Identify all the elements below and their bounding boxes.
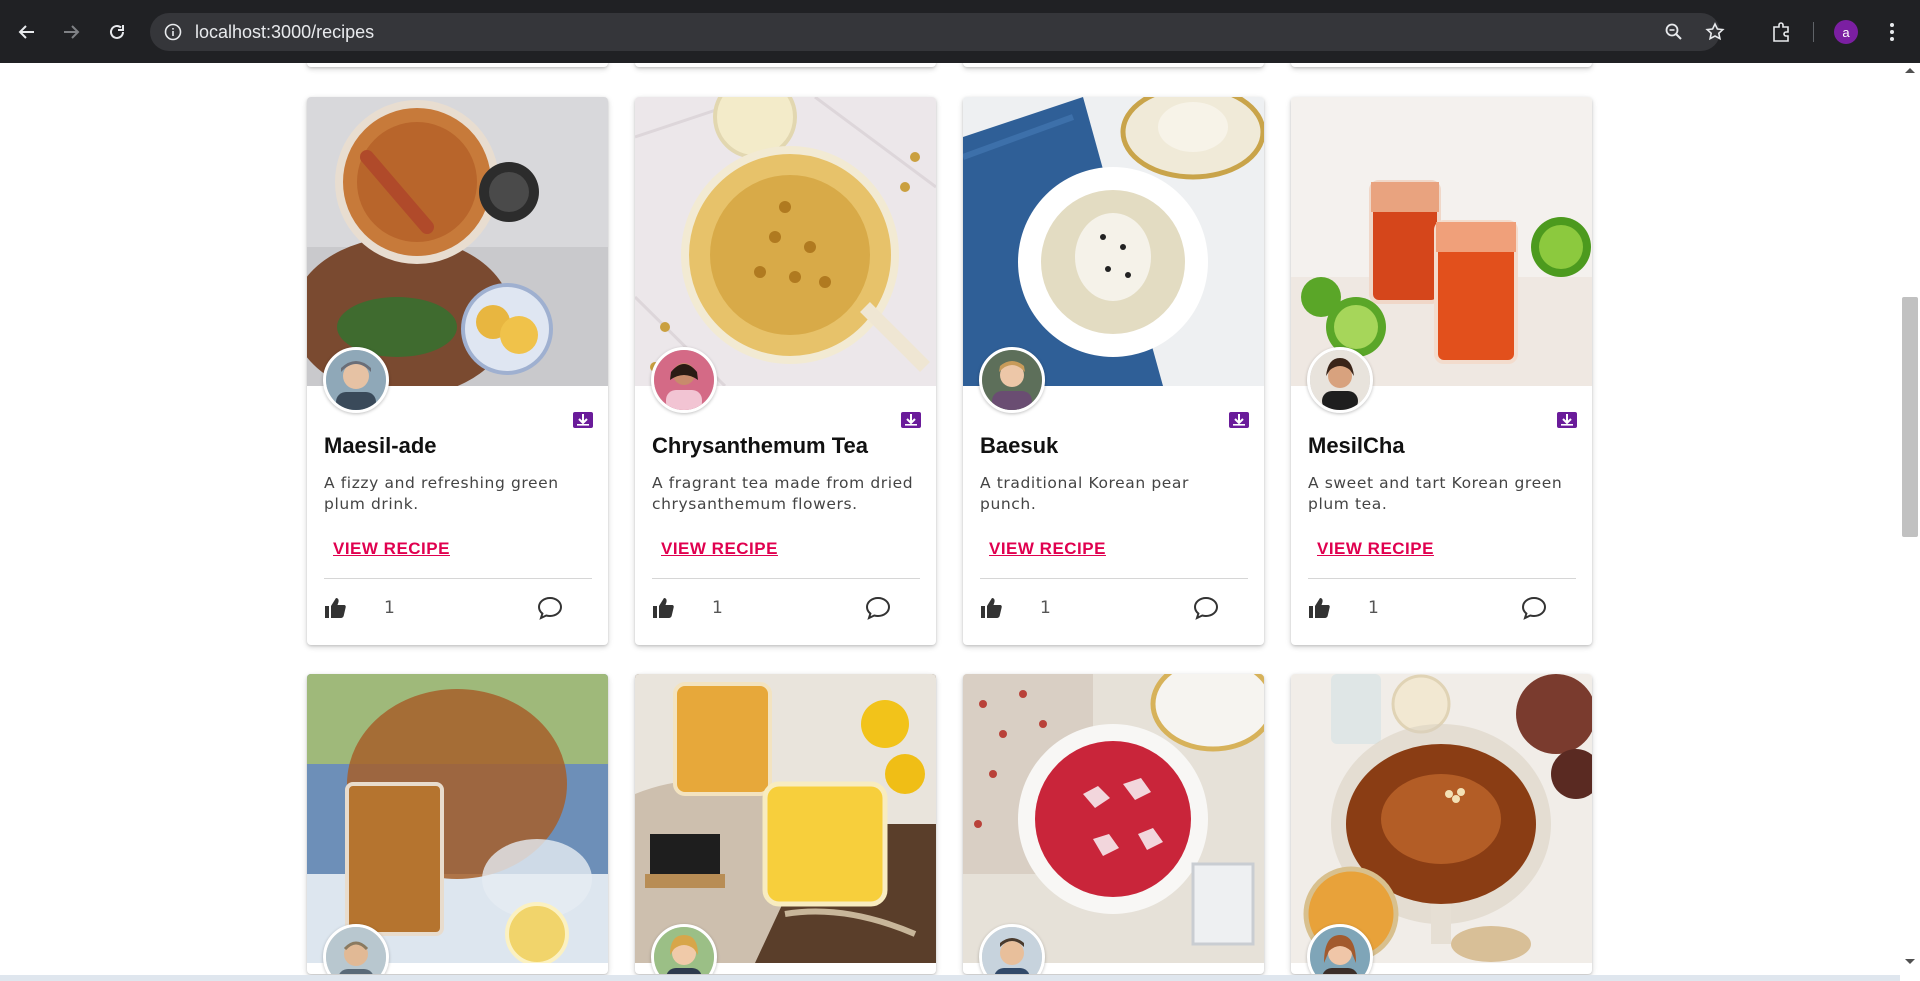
address-bar[interactable]: localhost:3000/recipes xyxy=(150,13,1725,51)
recipe-card xyxy=(963,674,1264,974)
recipe-card: Maesil-ade A fizzy and refreshing green … xyxy=(307,97,608,645)
recipe-card: Chrysanthemum Tea A fragrant tea made fr… xyxy=(635,97,936,645)
recipe-image[interactable] xyxy=(307,674,608,963)
recipe-image[interactable] xyxy=(963,674,1264,963)
extensions-button[interactable] xyxy=(1763,14,1799,50)
recipe-image[interactable] xyxy=(963,97,1264,386)
forward-icon xyxy=(64,25,80,39)
recipe-description: A fizzy and refreshing green plum drink. xyxy=(324,474,559,513)
like-count: 1 xyxy=(1368,598,1379,618)
recipe-description: A sweet and tart Korean green plum tea. xyxy=(1308,474,1563,513)
recipe-card-stub xyxy=(963,63,1264,67)
scrollbar-thumb[interactable] xyxy=(1902,297,1918,537)
back-button[interactable] xyxy=(9,14,45,50)
comment-icon[interactable] xyxy=(1193,596,1219,620)
extensions-icon xyxy=(1773,22,1789,42)
like-count: 1 xyxy=(384,598,395,618)
thumbs-up-icon[interactable] xyxy=(323,596,347,620)
recipe-card-stub xyxy=(635,63,936,67)
recipe-card xyxy=(307,674,608,974)
card-divider xyxy=(980,578,1248,579)
view-recipe-link[interactable]: VIEW RECIPE xyxy=(1317,539,1434,559)
recipe-title: Maesil-ade xyxy=(324,433,437,458)
save-icon[interactable] xyxy=(572,409,594,429)
recipe-image[interactable] xyxy=(1291,97,1592,386)
recipe-title: MesilCha xyxy=(1308,433,1405,458)
recipe-image[interactable] xyxy=(307,97,608,386)
recipe-card xyxy=(1291,674,1592,974)
recipes-grid: Maesil-ade A fizzy and refreshing green … xyxy=(0,63,1900,975)
author-avatar[interactable] xyxy=(1307,347,1373,413)
menu-button[interactable] xyxy=(1874,14,1910,50)
card-divider xyxy=(1308,578,1576,579)
zoom-icon[interactable] xyxy=(1664,22,1684,42)
view-recipe-link[interactable]: VIEW RECIPE xyxy=(989,539,1106,559)
comment-icon[interactable] xyxy=(537,596,563,620)
scroll-down-arrow-icon[interactable] xyxy=(1904,958,1916,966)
recipe-card-stub xyxy=(1291,63,1592,67)
card-divider xyxy=(652,578,920,579)
recipe-card: Baesuk A traditional Korean pear punch. … xyxy=(963,97,1264,645)
like-count: 1 xyxy=(712,598,723,618)
like-count: 1 xyxy=(1040,598,1051,618)
forward-button[interactable] xyxy=(53,14,89,50)
browser-toolbar: localhost:3000/recipes a xyxy=(0,0,1920,63)
save-icon[interactable] xyxy=(1228,409,1250,429)
view-recipe-link[interactable]: VIEW RECIPE xyxy=(661,539,778,559)
recipe-title: Chrysanthemum Tea xyxy=(652,433,868,458)
card-divider xyxy=(324,578,592,579)
comment-icon[interactable] xyxy=(865,596,891,620)
recipe-image[interactable] xyxy=(1291,674,1592,963)
thumbs-up-icon[interactable] xyxy=(651,596,675,620)
toolbar-separator xyxy=(1813,22,1814,42)
save-icon[interactable] xyxy=(1556,409,1578,429)
recipe-description: A traditional Korean pear punch. xyxy=(980,474,1189,513)
author-avatar[interactable] xyxy=(979,347,1045,413)
url-text: localhost:3000/recipes xyxy=(195,22,375,42)
bottom-status-strip xyxy=(0,975,1900,981)
author-avatar[interactable] xyxy=(651,347,717,413)
recipe-title: Baesuk xyxy=(980,433,1059,458)
comment-icon[interactable] xyxy=(1521,596,1547,620)
recipe-description: A fragrant tea made from dried chrysanth… xyxy=(652,474,914,513)
thumbs-up-icon[interactable] xyxy=(979,596,1003,620)
recipe-card xyxy=(635,674,936,974)
recipe-card-stub xyxy=(307,63,608,67)
recipe-image[interactable] xyxy=(635,674,936,963)
reload-button[interactable] xyxy=(99,14,135,50)
recipe-image[interactable] xyxy=(635,97,936,386)
reload-icon xyxy=(110,24,124,39)
save-icon[interactable] xyxy=(900,409,922,429)
recipe-card: MesilCha A sweet and tart Korean green p… xyxy=(1291,97,1592,645)
view-recipe-link[interactable]: VIEW RECIPE xyxy=(333,539,450,559)
back-icon xyxy=(18,25,34,39)
profile-avatar[interactable]: a xyxy=(1834,20,1858,44)
thumbs-up-icon[interactable] xyxy=(1307,596,1331,620)
info-icon[interactable] xyxy=(163,22,183,42)
menu-icon xyxy=(1890,23,1894,41)
star-icon[interactable] xyxy=(1705,22,1725,42)
author-avatar[interactable] xyxy=(323,347,389,413)
scroll-up-arrow-icon[interactable] xyxy=(1904,66,1916,74)
